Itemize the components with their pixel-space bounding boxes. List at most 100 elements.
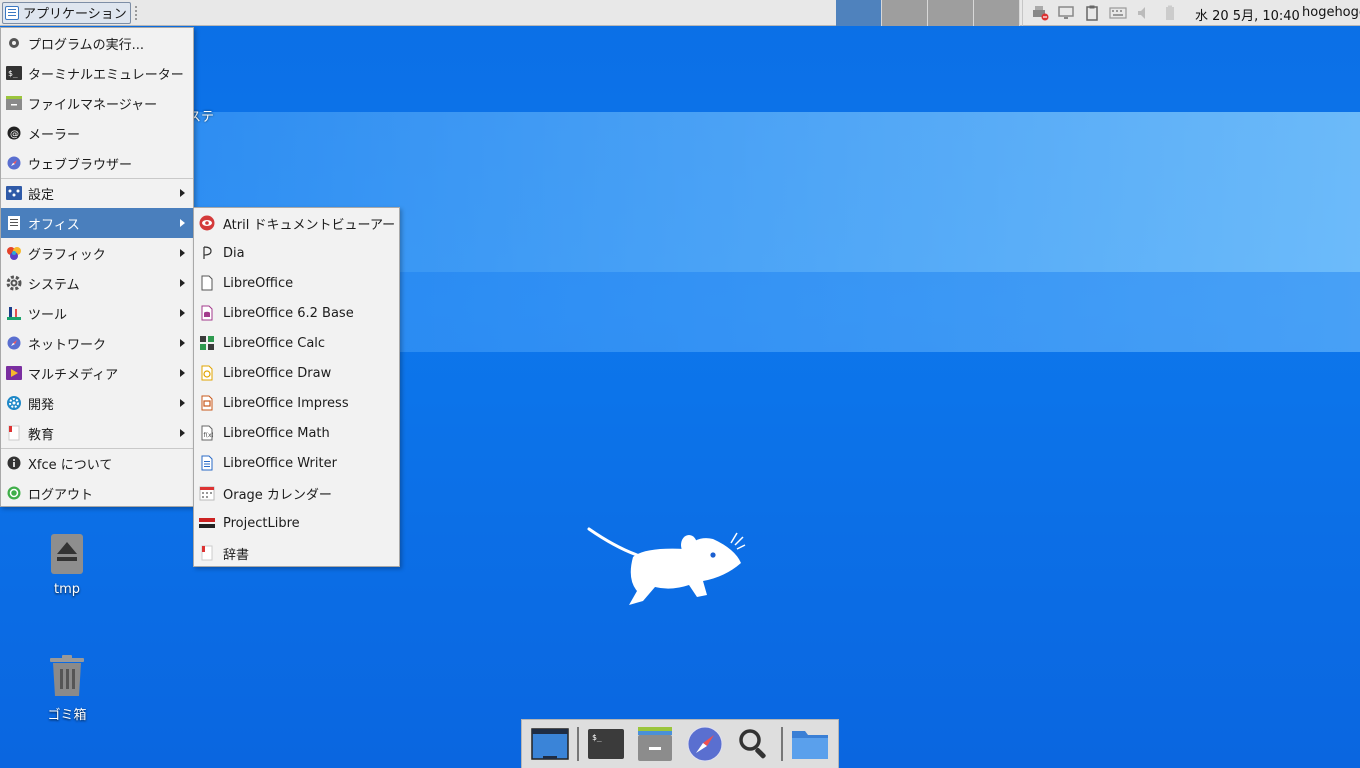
workspace-4[interactable] (974, 0, 1020, 26)
submenu-item-libreoffice-base[interactable]: LibreOffice 6.2 Base (194, 298, 399, 328)
submenu-item-dia[interactable]: Dia (194, 238, 399, 268)
folder-icon (792, 731, 829, 759)
clipboard-icon[interactable] (1083, 4, 1101, 22)
submenu-item-dictionary[interactable]: 辞書 (194, 538, 399, 568)
menu-item-label: ファイルマネージャー (28, 97, 158, 113)
submenu-item-label: Orage カレンダー (223, 487, 332, 503)
submenu-item-label: LibreOffice Writer (223, 455, 337, 471)
submenu-item-label: LibreOffice Impress (223, 395, 349, 411)
panel-handle[interactable] (134, 5, 139, 20)
menu-item-file-manager[interactable]: ファイルマネージャー (1, 88, 193, 118)
dock-web-browser[interactable] (683, 724, 726, 764)
projectlibre-icon (199, 515, 215, 531)
development-icon (6, 395, 22, 411)
submenu-item-orage-calendar[interactable]: Orage カレンダー (194, 478, 399, 508)
keyboard-icon[interactable] (1109, 4, 1127, 22)
submenu-arrow-icon (180, 309, 185, 317)
settings-icon (6, 185, 22, 201)
submenu-item-label: 辞書 (223, 547, 250, 563)
workspace-3[interactable] (928, 0, 974, 26)
menu-item-label: ウェブブラウザー (28, 157, 133, 173)
workspace-1[interactable] (836, 0, 882, 26)
menu-item-system[interactable]: システム (1, 268, 193, 298)
menu-item-label: ログアウト (28, 487, 94, 503)
submenu-arrow-icon (180, 279, 185, 287)
menu-item-office[interactable]: オフィス (1, 208, 193, 238)
menu-item-label: 教育 (28, 427, 55, 443)
file-manager-icon (638, 727, 673, 761)
desktop-icon-tmp[interactable]: tmp (22, 532, 112, 597)
submenu-item-libreoffice-calc[interactable]: LibreOffice Calc (194, 328, 399, 358)
web-browser-icon (6, 155, 22, 171)
menu-item-label: プログラムの実行... (28, 37, 145, 53)
printer-icon[interactable] (1031, 4, 1049, 22)
desktop-icon-trash[interactable]: ゴミ箱 (22, 654, 112, 723)
dock-show-desktop[interactable] (528, 724, 571, 764)
menu-item-label: メーラー (28, 127, 81, 143)
submenu-item-atril[interactable]: Atril ドキュメントビューアー (194, 208, 399, 238)
menu-item-development[interactable]: 開発 (1, 388, 193, 418)
menu-item-web-browser[interactable]: ウェブブラウザー (1, 148, 193, 178)
calendar-icon (199, 485, 215, 501)
svg-text:@: @ (10, 130, 19, 140)
menu-item-label: ツール (28, 307, 68, 323)
battery-icon[interactable] (1161, 4, 1179, 22)
submenu-item-libreoffice[interactable]: LibreOffice (194, 268, 399, 298)
submenu-item-libreoffice-draw[interactable]: LibreOffice Draw (194, 358, 399, 388)
submenu-item-label: LibreOffice Math (223, 425, 330, 441)
dock-terminal[interactable]: $_ (585, 724, 628, 764)
applications-menu-button[interactable]: アプリケーション (2, 1, 131, 24)
workspace-2[interactable] (882, 0, 928, 26)
clock[interactable]: 水 20 5月, 10:40 (1195, 5, 1300, 24)
submenu-arrow-icon (180, 369, 185, 377)
dock-file-manager[interactable] (634, 724, 677, 764)
libreoffice-writer-icon (199, 455, 215, 471)
menu-item-about-xfce[interactable]: Xfce について (1, 448, 193, 478)
desktop-icon-label: ゴミ箱 (47, 708, 87, 723)
menu-item-education[interactable]: 教育 (1, 418, 193, 448)
submenu-item-label: Dia (223, 245, 245, 261)
menu-item-terminal[interactable]: $_ ターミナルエミュレーター (1, 58, 193, 88)
dock-folder[interactable] (789, 724, 832, 764)
submenu-arrow-icon (180, 399, 185, 407)
dock-separator (781, 727, 783, 761)
menu-item-tools[interactable]: ツール (1, 298, 193, 328)
mail-icon: @ (6, 125, 22, 141)
menu-item-run-program[interactable]: プログラムの実行... (1, 28, 193, 58)
menu-item-multimedia[interactable]: マルチメディア (1, 358, 193, 388)
tools-icon (6, 305, 22, 321)
display-icon[interactable] (1057, 4, 1075, 22)
user-name[interactable]: hogehoge (1302, 5, 1360, 20)
menu-item-label: マルチメディア (28, 367, 119, 383)
submenu-item-label: LibreOffice 6.2 Base (223, 305, 354, 321)
workspace-switcher (836, 0, 1020, 26)
applications-menu: プログラムの実行... $_ ターミナルエミュレーター ファイルマネージャー @… (0, 27, 194, 507)
network-icon (6, 335, 22, 351)
menu-item-network[interactable]: ネットワーク (1, 328, 193, 358)
submenu-item-libreoffice-writer[interactable]: LibreOffice Writer (194, 448, 399, 478)
menu-item-label: 開発 (28, 397, 55, 413)
submenu-item-projectlibre[interactable]: ProjectLibre (194, 508, 399, 538)
menu-item-graphics[interactable]: グラフィック (1, 238, 193, 268)
libreoffice-calc-icon (199, 335, 215, 351)
info-icon (6, 455, 22, 471)
submenu-item-label: LibreOffice Draw (223, 365, 332, 381)
submenu-arrow-icon (180, 429, 185, 437)
submenu-item-label: Atril ドキュメントビューアー (223, 217, 396, 233)
svg-text:$_: $_ (8, 69, 18, 78)
submenu-arrow-icon (180, 219, 185, 227)
menu-item-mailer[interactable]: @ メーラー (1, 118, 193, 148)
menu-item-label: グラフィック (28, 247, 106, 263)
menu-item-settings[interactable]: 設定 (1, 178, 193, 208)
dock-search[interactable] (732, 724, 775, 764)
volume-icon[interactable] (1135, 4, 1153, 22)
dock-separator (577, 727, 579, 761)
submenu-item-libreoffice-impress[interactable]: LibreOffice Impress (194, 388, 399, 418)
libreoffice-icon (199, 275, 215, 291)
dia-icon (199, 245, 215, 261)
libreoffice-math-icon: f(x) (199, 425, 215, 441)
submenu-item-libreoffice-math[interactable]: f(x) LibreOffice Math (194, 418, 399, 448)
menu-item-logout[interactable]: ログアウト (1, 478, 193, 508)
education-icon (6, 425, 22, 441)
trash-icon (47, 654, 87, 698)
